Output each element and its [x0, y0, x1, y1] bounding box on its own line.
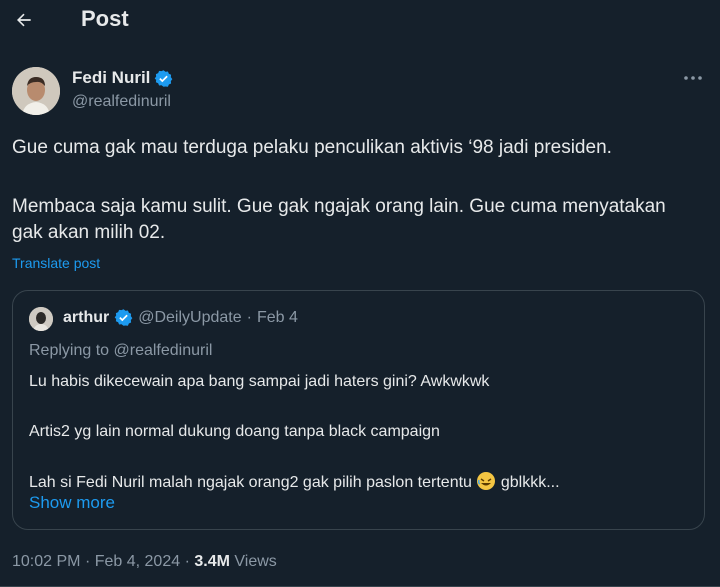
verified-badge-icon: [155, 69, 173, 87]
post-time[interactable]: 10:02 PM: [12, 553, 80, 570]
post-paragraph: Gue cuma gak mau terduga pelaku penculik…: [12, 137, 612, 158]
separator-dot: ·: [184, 553, 195, 570]
quoted-header: arthur @DeilyUpdate · Feb 4: [63, 308, 298, 327]
post-metadata: 10:02 PM · Feb 4, 2024 · 3.4M Views: [12, 553, 277, 571]
show-more-link[interactable]: Show more: [29, 493, 115, 513]
separator-dot: ·: [84, 553, 95, 570]
quoted-author-name[interactable]: arthur: [63, 309, 109, 327]
views-label: Views: [234, 553, 277, 570]
post-paragraph: Membaca saja kamu sulit. Gue gak ngajak …: [12, 196, 672, 243]
more-options-button[interactable]: [680, 66, 706, 90]
quoted-handle[interactable]: @DeilyUpdate: [138, 309, 241, 327]
verified-badge-icon: [114, 309, 133, 326]
quoted-line: Lu habis dikecewain apa bang sampai jadi…: [29, 373, 490, 390]
quoted-date[interactable]: Feb 4: [257, 309, 298, 327]
user-photo-icon: [29, 307, 53, 331]
author-handle[interactable]: @realfedinuril: [72, 93, 171, 111]
translate-post-link[interactable]: Translate post: [12, 255, 100, 271]
user-photo-icon: [12, 67, 60, 115]
replying-to: Replying to @realfedinuril: [29, 342, 213, 359]
more-dots-icon: [684, 76, 702, 80]
avatar[interactable]: [12, 67, 60, 115]
quoted-line: Artis2 yg lain normal dukung doang tanpa…: [29, 423, 440, 440]
quoted-line-text: Lah si Fedi Nuril malah ngajak orang2 ga…: [29, 474, 472, 491]
separator-dot: ·: [246, 308, 252, 326]
quoted-post[interactable]: arthur @DeilyUpdate · Feb 4 Replying to …: [12, 290, 705, 530]
page-title: Post: [81, 6, 129, 31]
post-date[interactable]: Feb 4, 2024: [95, 553, 180, 570]
quoted-avatar[interactable]: [29, 307, 53, 331]
back-button[interactable]: [8, 4, 40, 36]
rolling-laughing-emoji-icon: [477, 472, 496, 490]
author-name-row[interactable]: Fedi Nuril: [72, 68, 173, 88]
views-count[interactable]: 3.4M: [194, 553, 230, 570]
top-bar: Post: [0, 0, 720, 40]
quoted-line-text: gblkkk...: [500, 474, 560, 491]
author-name[interactable]: Fedi Nuril: [72, 68, 150, 88]
quoted-line-with-emoji: Lah si Fedi Nuril malah ngajak orang2 ga…: [29, 471, 560, 493]
post-text: Gue cuma gak mau terduga pelaku penculik…: [12, 135, 702, 243]
arrow-left-icon: [17, 13, 31, 27]
